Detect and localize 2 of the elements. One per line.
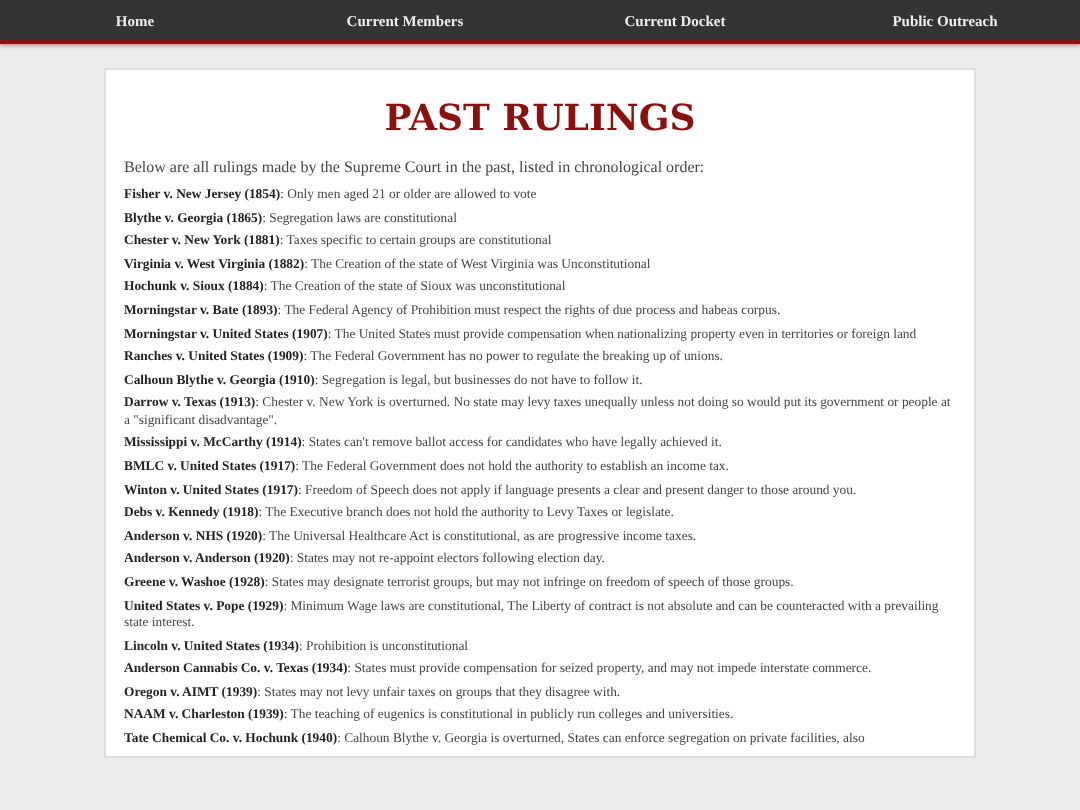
intro-text: Below are all rulings made by the Supreme Court in the past, listed in chronological order: — [124, 158, 707, 176]
page-title: PAST RULINGS — [382, 98, 698, 140]
